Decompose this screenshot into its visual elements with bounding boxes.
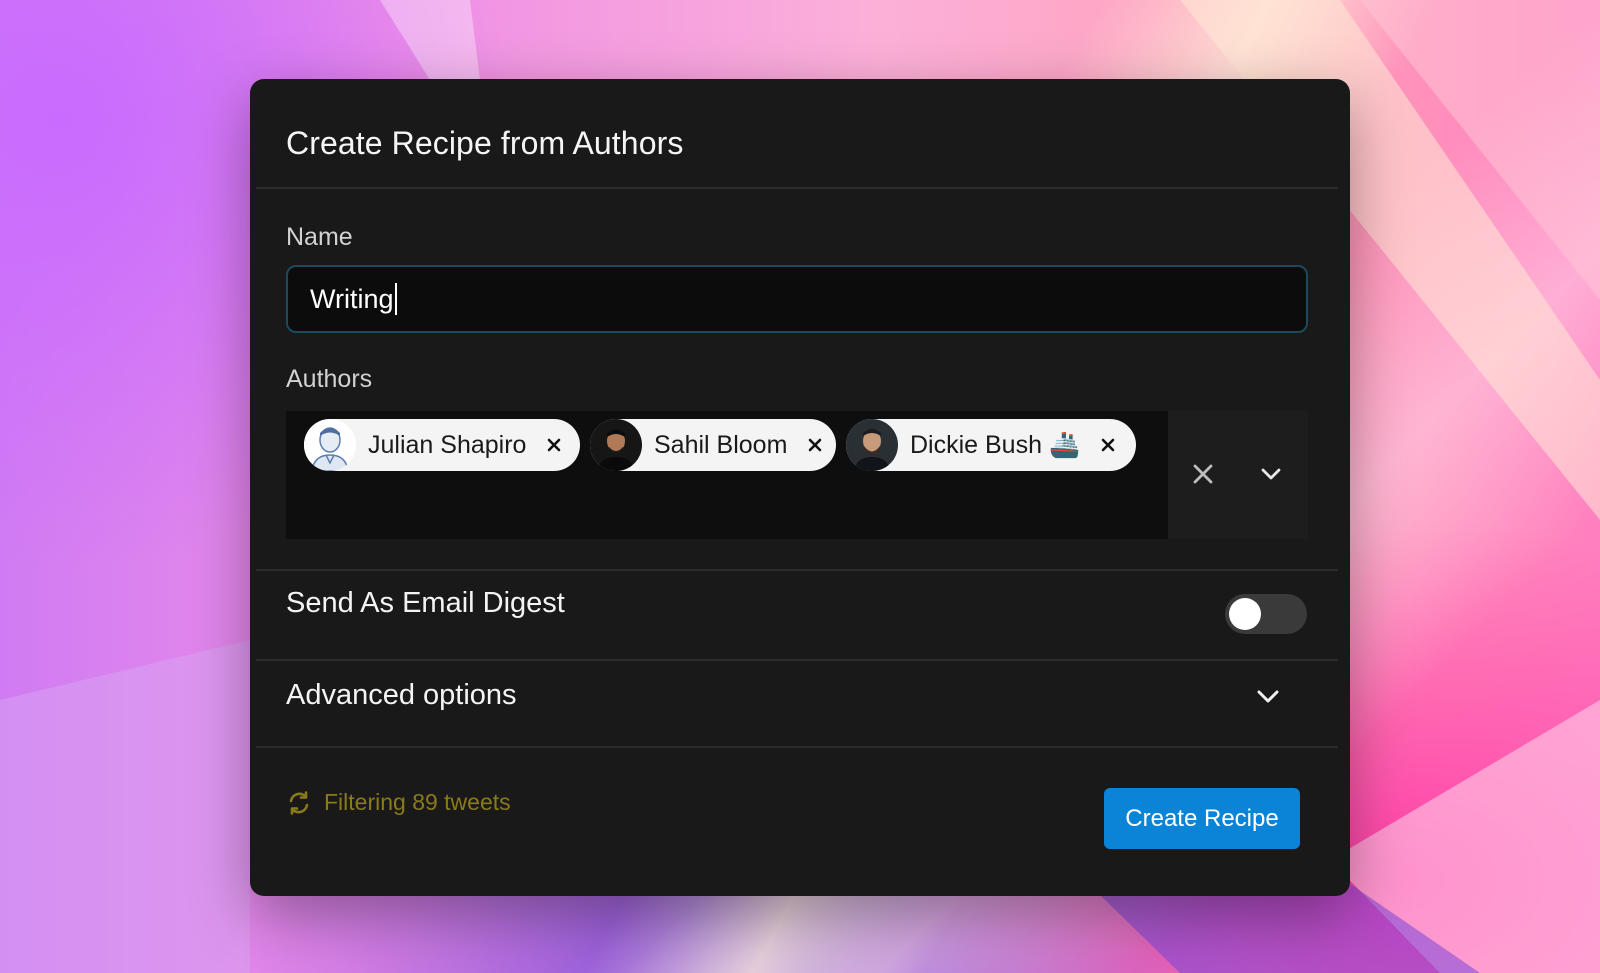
sahil-bloom-avatar <box>590 419 642 471</box>
email-digest-label: Send As Email Digest <box>286 587 565 619</box>
create-recipe-button[interactable]: Create Recipe <box>1104 788 1300 849</box>
advanced-chevron-down-icon[interactable] <box>1252 681 1284 713</box>
name-input-value: Writing <box>310 283 394 314</box>
name-input[interactable]: Writing <box>286 265 1308 333</box>
julian-shapiro-avatar <box>304 419 356 471</box>
dialog-title: Create Recipe from Authors <box>286 125 684 161</box>
advanced-divider <box>256 746 1338 748</box>
author-chip-dickie-bush: Dickie Bush 🚢 <box>846 419 1136 471</box>
chevron-down-icon[interactable] <box>1258 461 1284 487</box>
author-chip-julian-shapiro: Julian Shapiro <box>304 419 580 471</box>
remove-author-icon[interactable] <box>546 437 562 453</box>
create-recipe-dialog: Create Recipe from Authors Name Writing … <box>250 79 1350 896</box>
clear-all-icon[interactable] <box>1190 461 1216 487</box>
authors-divider <box>256 569 1338 571</box>
authors-label: Authors <box>286 365 373 393</box>
remove-author-icon[interactable] <box>807 437 822 453</box>
author-chip-label: Dickie Bush 🚢 <box>910 430 1081 459</box>
dickie-bush-avatar <box>846 419 898 471</box>
author-chip-sahil-bloom: Sahil Bloom <box>590 419 836 471</box>
author-chip-label: Julian Shapiro <box>368 430 527 459</box>
text-caret <box>394 283 397 315</box>
author-chip-label: Sahil Bloom <box>654 430 788 459</box>
authors-chip-area[interactable]: Julian Shapiro Sahil Bloom Dickie Bush 🚢 <box>286 411 1168 539</box>
filter-status-text: Filtering 89 tweets <box>324 789 511 815</box>
name-label: Name <box>286 223 353 251</box>
email-digest-toggle[interactable] <box>1225 594 1307 634</box>
authors-controls <box>1168 411 1308 539</box>
toggle-knob <box>1229 598 1261 630</box>
authors-multiselect[interactable]: Julian Shapiro Sahil Bloom Dickie Bush 🚢 <box>286 411 1308 539</box>
title-divider <box>256 187 1338 189</box>
remove-author-icon[interactable] <box>1100 437 1116 453</box>
filter-status: Filtering 89 tweets <box>286 789 511 816</box>
digest-divider <box>256 659 1338 661</box>
advanced-options-label[interactable]: Advanced options <box>286 679 517 712</box>
refresh-icon <box>286 790 312 816</box>
